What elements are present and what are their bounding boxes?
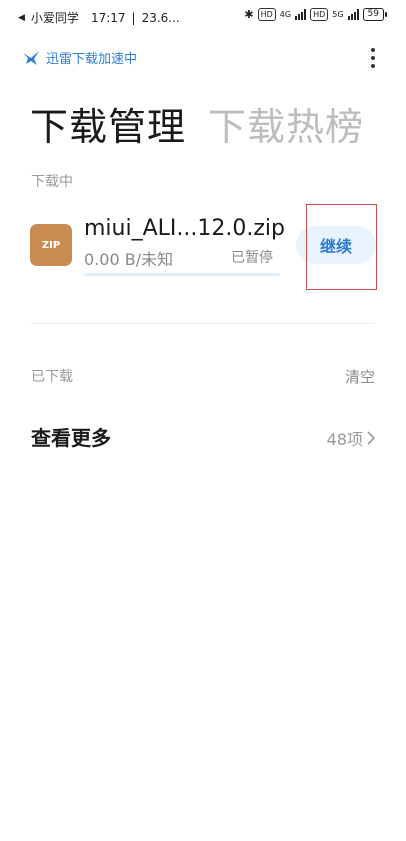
zip-file-icon: ZIP <box>30 224 72 266</box>
back-triangle-icon[interactable]: ◀ <box>18 13 25 23</box>
network-4g-label: 4G <box>279 10 292 19</box>
status-carrier: 小爱同学 <box>30 11 79 25</box>
clear-button[interactable]: 清空 <box>345 366 375 387</box>
download-status: 已暂停 <box>231 250 273 266</box>
more-menu-icon[interactable] <box>370 48 376 68</box>
downloaded-count: 48项 <box>327 426 375 450</box>
bluetooth-icon: ✱ <box>244 8 254 21</box>
tab-download-ranking[interactable]: 下载热榜 <box>208 96 364 151</box>
tab-download-manager[interactable]: 下载管理 <box>30 96 186 151</box>
status-time: 17:17 <box>90 10 126 25</box>
hd-badge: HD <box>257 8 276 21</box>
progress-bar <box>84 273 280 276</box>
download-item[interactable]: ZIP miui_ALI...12.0.zip 0.00 B/未知 已暂停 继续 <box>28 214 378 294</box>
hd-badge-2: HD <box>310 8 329 21</box>
signal-icon-2 <box>347 9 359 20</box>
file-name: miui_ALI...12.0.zip <box>84 216 285 241</box>
signal-icon <box>295 9 307 20</box>
status-separator: | <box>131 10 136 25</box>
thunder-bird-icon <box>23 50 39 65</box>
accelerate-indicator[interactable]: 迅雷下载加速中 <box>22 48 137 67</box>
downloaded-section-label: 已下载 <box>31 369 73 385</box>
download-speed: 0.00 B/未知 <box>84 250 174 269</box>
battery-icon: 59 <box>362 8 388 21</box>
downloaded-header: 已下载 清空 <box>31 366 375 388</box>
divider <box>31 323 375 324</box>
downloading-section-label: 下载中 <box>31 174 73 190</box>
network-5g-label: 5G <box>332 10 344 19</box>
chevron-right-icon <box>367 431 375 445</box>
downloaded-count-label: 48项 <box>326 430 363 449</box>
accelerate-label: 迅雷下载加速中 <box>46 52 138 67</box>
resume-button[interactable]: 继续 <box>296 226 376 264</box>
status-extra: 23.6... <box>141 10 180 25</box>
top-bar: 迅雷下载加速中 <box>0 40 406 76</box>
view-more-label: 查看更多 <box>31 426 111 450</box>
status-bar: ◀ 小爱同学 17:17 | 23.6... ✱ HD 4G HD 5G 59 <box>0 0 406 34</box>
tab-bar: 下载管理 下载热榜 <box>30 96 364 151</box>
view-more-row[interactable]: 查看更多 48项 <box>31 420 375 452</box>
